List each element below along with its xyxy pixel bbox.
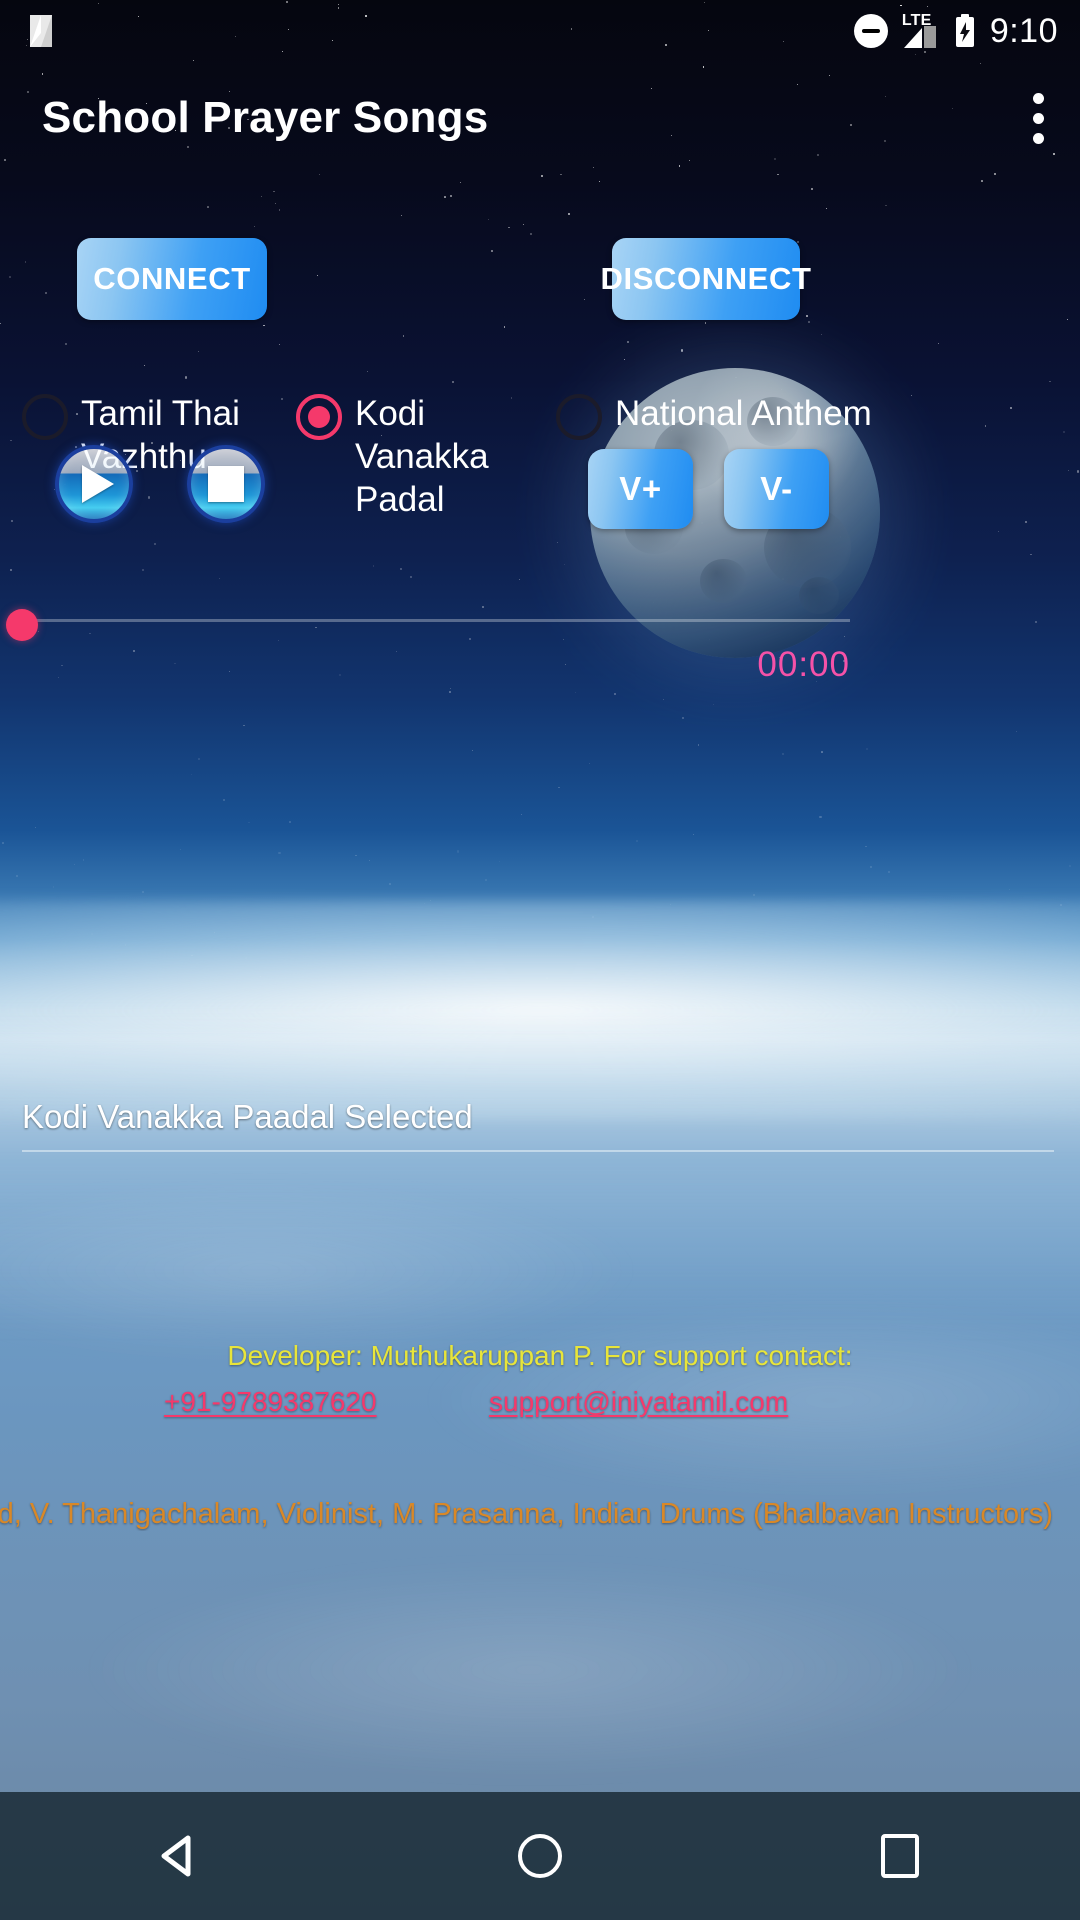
status-message-text: Kodi Vanakka Paadal Selected: [22, 1098, 473, 1135]
nav-home-button[interactable]: [480, 1792, 600, 1920]
signal-bars-icon: LTE: [902, 12, 940, 48]
elapsed-time-label: 00:00: [757, 645, 850, 684]
status-field-underline: [22, 1150, 1054, 1152]
seek-bar-track[interactable]: [22, 619, 850, 622]
credits-marquee: rd, V. Thanigachalam, Violinist, M. Pras…: [0, 1498, 1080, 1531]
battery-charging-icon: [954, 14, 976, 48]
disconnect-button[interactable]: DISCONNECT: [601, 238, 811, 320]
radio-indicator[interactable]: [22, 394, 68, 440]
credits-marquee-text: rd, V. Thanigachalam, Violinist, M. Pras…: [0, 1498, 1053, 1530]
radio-option-kodi-vanakka-padal[interactable]: Kodi Vanakka Padal: [296, 392, 556, 521]
radio-option-label: National Anthem: [615, 394, 872, 433]
page-title: School Prayer Songs: [42, 93, 489, 142]
radio-indicator[interactable]: [556, 394, 602, 440]
volume-down-button[interactable]: V-: [724, 449, 829, 529]
developer-contact-links: +91-9789387620 support@iniyatamil.com: [0, 1378, 1080, 1428]
developer-phone-link[interactable]: +91-9789387620: [164, 1386, 377, 1418]
play-icon: [82, 465, 114, 503]
play-button[interactable]: [55, 445, 133, 523]
overflow-menu-icon[interactable]: [1033, 92, 1044, 144]
status-message-field: Kodi Vanakka Paadal Selected: [22, 1098, 1054, 1152]
nav-back-button[interactable]: [120, 1792, 240, 1920]
seek-bar-thumb[interactable]: [6, 609, 38, 641]
recents-square-icon: [881, 1834, 919, 1878]
connection-buttons-row: CONNECT DISCONNECT: [0, 238, 1080, 320]
stop-icon: [208, 466, 244, 502]
connect-button[interactable]: CONNECT: [77, 238, 267, 320]
developer-email-link[interactable]: support@iniyatamil.com: [489, 1386, 788, 1418]
song-selection-radio-group: Tamil Thai Vazhthu Kodi Vanakka Padal Na…: [0, 394, 1080, 519]
back-triangle-icon: [161, 1835, 191, 1877]
stop-button[interactable]: [187, 445, 265, 523]
status-bar: LTE 9:10: [0, 0, 1080, 62]
volume-up-button[interactable]: V+: [588, 449, 693, 529]
radio-option-national-anthem[interactable]: National Anthem: [556, 392, 876, 440]
developer-credit-line: Developer: Muthukaruppan P. For support …: [227, 1340, 853, 1371]
system-navigation-bar: [0, 1792, 1080, 1920]
radio-indicator-selected[interactable]: [296, 394, 342, 440]
nav-recents-button[interactable]: [840, 1792, 960, 1920]
seek-bar[interactable]: [0, 600, 1080, 641]
nougat-n-logo-icon: [24, 9, 68, 53]
radio-option-label: Kodi Vanakka Padal: [355, 394, 489, 519]
home-circle-icon: [518, 1834, 562, 1878]
status-bar-clock: 9:10: [989, 11, 1058, 50]
do-not-disturb-icon: [853, 14, 888, 48]
app-bar: School Prayer Songs: [0, 62, 1080, 174]
